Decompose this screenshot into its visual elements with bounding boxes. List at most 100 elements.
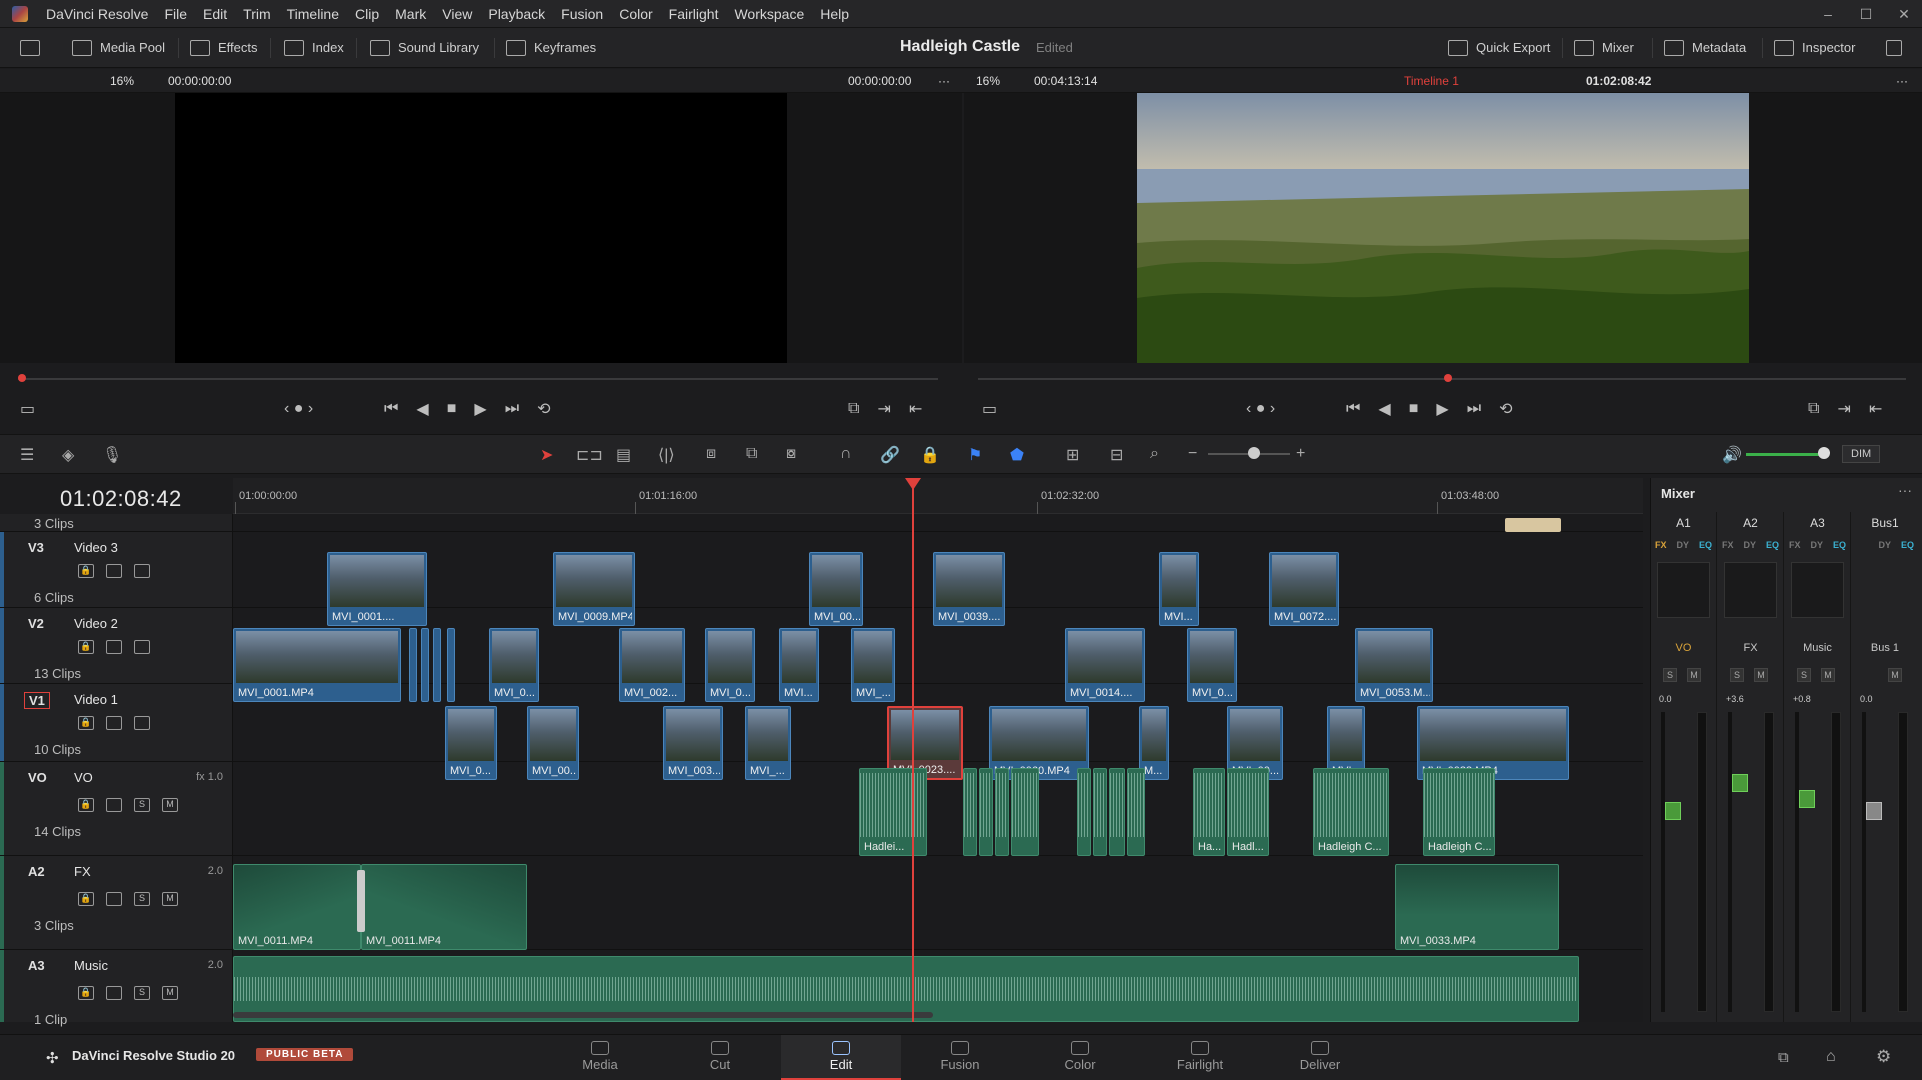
timeline-options-icon[interactable]: ···	[1896, 74, 1908, 88]
menu-mark[interactable]: Mark	[387, 0, 434, 28]
dy-label[interactable]: DY	[1676, 540, 1689, 550]
track-name[interactable]: FX	[74, 864, 91, 879]
fx-label[interactable]: FX	[1655, 540, 1667, 550]
auto-select-icon[interactable]	[106, 640, 122, 654]
source-scrubber[interactable]	[18, 368, 938, 390]
mute-button[interactable]: M	[162, 892, 178, 906]
menu-playback[interactable]: Playback	[480, 0, 553, 28]
menu-view[interactable]: View	[434, 0, 480, 28]
stop-icon[interactable]: ■	[1409, 400, 1419, 418]
audio-clip[interactable]: MVI_0011.MP4	[361, 864, 527, 950]
channel-fader[interactable]	[1862, 712, 1882, 1012]
menu-workspace[interactable]: Workspace	[726, 0, 812, 28]
audio-clip[interactable]	[1077, 768, 1091, 856]
menu-edit[interactable]: Edit	[195, 0, 235, 28]
voiceover-mic-icon[interactable]: 🎙	[102, 445, 122, 465]
audio-clip[interactable]	[1127, 768, 1145, 856]
timeline-playhead-line[interactable]	[912, 478, 914, 1022]
mute-button[interactable]: M	[162, 986, 178, 1000]
trim-tool-icon[interactable]: ⊏⊐	[576, 445, 603, 465]
speaker-icon[interactable]: 🔊	[1722, 445, 1742, 465]
page-tab-cut[interactable]: Cut	[660, 1035, 780, 1080]
channel-fader[interactable]	[1661, 712, 1681, 1012]
dynamic-trim-icon[interactable]: ⟨|⟩	[658, 445, 675, 465]
viewer-mode-icon[interactable]: ▭	[20, 399, 35, 419]
track-name[interactable]: Video 3	[74, 540, 118, 555]
play-icon[interactable]: ▶	[474, 399, 486, 419]
selection-tool-icon[interactable]: ➤	[540, 445, 553, 465]
audio-clip[interactable]	[1109, 768, 1125, 856]
monitor-volume-handle[interactable]	[1818, 447, 1830, 459]
dy-label[interactable]: DY	[1743, 540, 1756, 550]
flag-icon[interactable]: ⚑	[968, 445, 982, 465]
solo-button[interactable]: S	[134, 892, 150, 906]
page-tab-edit[interactable]: Edit	[781, 1035, 901, 1080]
project-manager-icon[interactable]: ⧉	[1778, 1049, 1789, 1066]
audio-clip[interactable]	[979, 768, 993, 856]
page-tab-fairlight[interactable]: Fairlight	[1140, 1035, 1260, 1080]
solo-button[interactable]: S	[1663, 668, 1677, 682]
maximize-icon[interactable]: ☐	[1848, 0, 1884, 28]
mute-button[interactable]: M	[1821, 668, 1835, 682]
quick-export-button[interactable]: Quick Export	[1448, 34, 1550, 62]
marker-icon[interactable]: ⬟	[1010, 445, 1024, 465]
eq-label[interactable]: EQ	[1833, 540, 1846, 550]
play-icon[interactable]: ▶	[1436, 399, 1448, 419]
timeline-jog[interactable]: ‹ ● ›	[1246, 397, 1275, 421]
track-name[interactable]: Video 2	[74, 616, 118, 631]
loop-icon[interactable]: ⟲	[537, 399, 550, 419]
track-header-v2[interactable]: V2 Video 2 🔒 13 Clips	[0, 608, 233, 684]
pan-control[interactable]	[1657, 562, 1710, 618]
timeline-name-dropdown[interactable]: Timeline 1	[1404, 74, 1459, 88]
lock-icon[interactable]: 🔒	[78, 640, 94, 654]
menu-help[interactable]: Help	[812, 0, 857, 28]
timeline-ruler[interactable]: 01:00:00:00 01:01:16:00 01:02:32:00 01:0…	[233, 478, 1643, 514]
menu-fusion[interactable]: Fusion	[553, 0, 611, 28]
enable-track-icon[interactable]	[134, 640, 150, 654]
timeline-playhead[interactable]	[1444, 374, 1452, 382]
mark-out-icon[interactable]: ⇤	[1869, 399, 1882, 419]
eq-label[interactable]: EQ	[1699, 540, 1712, 550]
lock-icon[interactable]: 🔒	[78, 892, 94, 906]
track-name[interactable]: Video 1	[74, 692, 118, 707]
source-playhead[interactable]	[18, 374, 26, 382]
menu-color[interactable]: Color	[611, 0, 660, 28]
auto-select-icon[interactable]	[106, 798, 122, 812]
solo-button[interactable]: S	[134, 798, 150, 812]
replace-clip-icon[interactable]: ⧇	[786, 445, 796, 463]
zoom-custom-icon[interactable]: ⌕	[1150, 445, 1159, 463]
position-lock-icon[interactable]: 🔒	[920, 445, 940, 465]
zoom-slider-handle[interactable]	[1248, 447, 1260, 459]
audio-clip[interactable]: Hadlei...	[859, 768, 927, 856]
reverse-icon[interactable]: ◀	[416, 399, 428, 419]
jog-icon[interactable]: ‹ ● ›	[1246, 400, 1275, 418]
audio-clip[interactable]	[1093, 768, 1107, 856]
fx-label[interactable]: FX	[1789, 540, 1801, 550]
go-to-end-icon[interactable]: ⏭	[505, 400, 519, 418]
insert-clip-icon[interactable]: ⧈	[706, 445, 716, 463]
go-to-start-icon[interactable]: ⏮	[1346, 400, 1360, 418]
timeline-view-options-icon[interactable]: ☰	[20, 445, 34, 465]
channel-fader[interactable]	[1728, 712, 1748, 1012]
mark-in-icon[interactable]: ⇥	[877, 399, 890, 419]
audio-clip[interactable]: Hadleigh C...	[1313, 768, 1389, 856]
audio-clip[interactable]	[995, 768, 1009, 856]
expand-icon[interactable]	[1886, 34, 1902, 62]
zoom-out-icon[interactable]: −	[1188, 445, 1197, 463]
track-name[interactable]: Music	[74, 958, 108, 973]
inspector-button[interactable]: Inspector	[1774, 34, 1855, 62]
track-header-a2[interactable]: A2 FX 2.0 🔒 S M 3 Clips	[0, 856, 233, 950]
lock-icon[interactable]: 🔒	[78, 798, 94, 812]
channel-fader[interactable]	[1795, 712, 1815, 1012]
mute-button[interactable]: M	[1687, 668, 1701, 682]
menu-file[interactable]: File	[156, 0, 195, 28]
dy-label[interactable]: DY	[1878, 540, 1891, 550]
source-zoom[interactable]: 16%	[110, 74, 134, 88]
audio-clip[interactable]: MVI_0033.MP4	[1395, 864, 1559, 950]
metadata-button[interactable]: Metadata	[1664, 34, 1746, 62]
go-to-end-icon[interactable]: ⏭	[1467, 400, 1481, 418]
zoom-detail-icon[interactable]: ⊟	[1110, 445, 1123, 465]
page-tab-media[interactable]: Media	[540, 1035, 660, 1080]
match-frame-icon[interactable]: ⧉	[848, 400, 859, 418]
mute-button[interactable]: M	[1888, 668, 1902, 682]
